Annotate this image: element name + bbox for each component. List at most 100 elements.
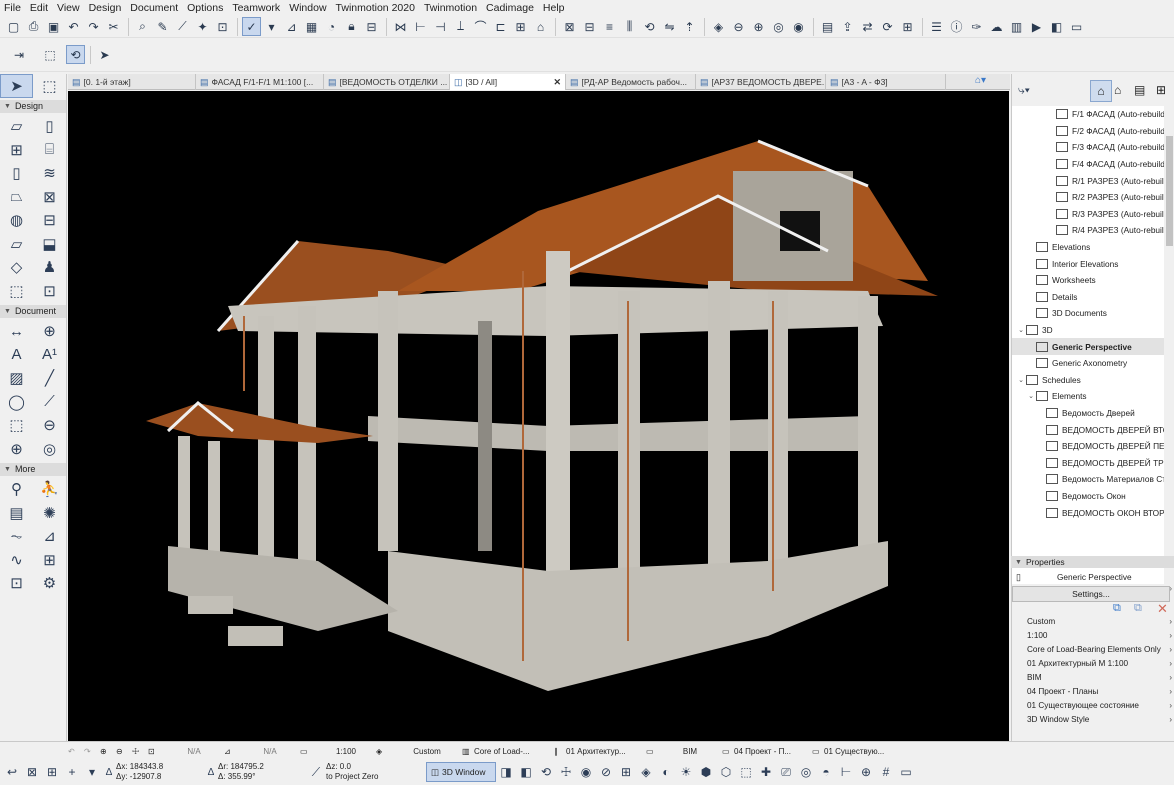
- undo-icon[interactable]: ↶: [64, 17, 83, 36]
- navigator-item[interactable]: F/3 ФАСАД (Auto-rebuild Moc: [1012, 139, 1164, 156]
- magic-wand-icon[interactable]: ✦: [193, 17, 212, 36]
- menu-item[interactable]: Help: [543, 2, 565, 14]
- shadow-icon[interactable]: ◐: [656, 762, 676, 782]
- layout-book-icon[interactable]: ▤: [1134, 83, 1145, 97]
- redo-icon[interactable]: ↷: [84, 17, 103, 36]
- tab-view[interactable]: ▤ [A3 - A - Ф3]: [826, 74, 946, 90]
- elevation-icon[interactable]: ⊕: [749, 17, 768, 36]
- mvo-value[interactable]: BIM: [658, 747, 722, 756]
- text-icon[interactable]: A: [0, 343, 33, 367]
- expand-arrow-icon[interactable]: ⌄: [1016, 326, 1026, 334]
- fit-icon[interactable]: ⊡: [148, 747, 164, 756]
- property-row[interactable]: 01 Существующее состояние ›: [1011, 698, 1174, 712]
- eyedropper-icon[interactable]: ✎: [153, 17, 172, 36]
- menu-item[interactable]: Window: [289, 2, 326, 14]
- layer-combo-value[interactable]: Custom: [392, 747, 462, 756]
- tab-view[interactable]: ▤ [0. 1-й этаж]: [68, 74, 196, 90]
- fillet-icon[interactable]: ⌒: [471, 17, 490, 36]
- view-map-icon[interactable]: ⌂: [1114, 83, 1121, 97]
- relative-icon[interactable]: ▾: [82, 762, 102, 782]
- orbit-icon[interactable]: ⟲: [66, 45, 85, 64]
- camera-icon[interactable]: ⚙: [33, 572, 66, 596]
- rotate-icon[interactable]: ⟲: [640, 17, 659, 36]
- cut-plane-icon[interactable]: ⊘: [596, 762, 616, 782]
- elevate-icon[interactable]: ⇡: [680, 17, 699, 36]
- radial-dim-icon[interactable]: ⊿: [33, 525, 66, 549]
- wall-icon[interactable]: ▱: [0, 115, 33, 139]
- navigator-item[interactable]: R/4 РАЗРЕЗ (Auto-rebuild Moc: [1012, 222, 1164, 239]
- change-icon[interactable]: ⏦: [0, 525, 33, 549]
- tab-view[interactable]: ▤ [АР37 ВЕДОМОСТЬ ДВЕРЕ...: [696, 74, 826, 90]
- select-icon[interactable]: ⬚: [736, 762, 756, 782]
- level-dim-icon[interactable]: ⊕: [33, 320, 66, 344]
- pen-icon[interactable]: ✑: [967, 17, 986, 36]
- morph-icon[interactable]: ⬓: [33, 232, 66, 256]
- menu-item[interactable]: Teamwork: [232, 2, 280, 14]
- menu-item[interactable]: Twinmotion: [424, 2, 477, 14]
- scroll-thumb[interactable]: [1166, 136, 1173, 246]
- server-icon[interactable]: ⊞: [898, 17, 917, 36]
- plus-icon[interactable]: +: [62, 762, 82, 782]
- settings-button[interactable]: Settings...: [1012, 586, 1170, 602]
- expand-arrow-icon[interactable]: ⌄: [1026, 392, 1036, 400]
- toolbox-section-header[interactable]: ▼ More: [0, 462, 66, 476]
- find-select-icon[interactable]: ⌕: [133, 17, 152, 36]
- markers-icon[interactable]: ✚: [756, 762, 776, 782]
- adjust-icon[interactable]: ⟘: [451, 17, 470, 36]
- section-icon[interactable]: ⊖: [33, 414, 66, 438]
- pointer-icon[interactable]: ➤: [95, 45, 114, 64]
- save-icon[interactable]: ▣: [44, 17, 63, 36]
- trim-icon[interactable]: ⋈: [391, 17, 410, 36]
- camera-path-icon[interactable]: ◉: [576, 762, 596, 782]
- tab-view[interactable]: ▤ ФАСАД F/1-F/1 M1:100 [...: [196, 74, 324, 90]
- navigator-item[interactable]: Elevations: [1012, 239, 1164, 256]
- hotspot-icon[interactable]: ⚲: [0, 478, 33, 502]
- navigator-item[interactable]: Worksheets: [1012, 272, 1164, 289]
- zoom-out-icon[interactable]: ⊖: [116, 747, 132, 756]
- split-icon[interactable]: ⊣: [431, 17, 450, 36]
- navigator-item[interactable]: F/4 ФАСАД (Auto-rebuild Moc: [1012, 156, 1164, 173]
- spline-icon[interactable]: ∿: [0, 548, 33, 572]
- renovation-value[interactable]: 01 Существую...: [824, 747, 904, 756]
- navigator-item[interactable]: ⌄ Elements: [1012, 388, 1164, 405]
- 3d-style-icon[interactable]: ◈: [636, 762, 656, 782]
- label-icon[interactable]: A¹: [33, 343, 66, 367]
- pen-set-value[interactable]: 01 Архитектур...: [566, 747, 646, 756]
- navigator-item[interactable]: ВЕДОМОСТЬ ДВЕРЕЙ ПЕРВ: [1012, 438, 1164, 455]
- info-box-icon[interactable]: ⓘ: [947, 17, 966, 36]
- detail-icon[interactable]: ⊡: [0, 572, 33, 596]
- measure-icon[interactable]: ⊢: [836, 762, 856, 782]
- marquee-tool-icon[interactable]: ⬚: [33, 74, 66, 98]
- cut-icon[interactable]: ✂: [104, 17, 123, 36]
- property-row[interactable]: 04 Проект - Планы ›: [1011, 684, 1174, 698]
- dropdown-arrow-icon[interactable]: ▾: [262, 17, 281, 36]
- zoom-icon[interactable]: ⊕: [856, 762, 876, 782]
- toolbox-section-header[interactable]: ▼ Design: [0, 99, 66, 113]
- library-icon[interactable]: ▥: [1007, 17, 1026, 36]
- render-icon[interactable]: ◉: [789, 17, 808, 36]
- grid-toggle-icon[interactable]: #: [876, 762, 896, 782]
- curtain-wall-icon[interactable]: ⊟: [33, 209, 66, 233]
- roof-icon[interactable]: ⏢: [0, 185, 33, 209]
- navigator-item[interactable]: Interior Elevations: [1012, 255, 1164, 272]
- new-file-icon[interactable]: ▢: [4, 17, 23, 36]
- close-tab-icon[interactable]: ✕: [553, 77, 561, 88]
- beam-icon[interactable]: ⊞: [0, 138, 33, 162]
- undo-view-icon[interactable]: ↶: [68, 747, 84, 756]
- property-row[interactable]: Core of Load-Bearing Elements Only ›: [1011, 642, 1174, 656]
- tracker-icon[interactable]: ↩: [2, 762, 22, 782]
- offset-icon[interactable]: ⊏: [491, 17, 510, 36]
- cadimage-icon[interactable]: ◧: [1047, 17, 1066, 36]
- menu-item[interactable]: Cadimage: [486, 2, 534, 14]
- shell-icon[interactable]: ◍: [0, 209, 33, 233]
- suspend-groups-icon[interactable]: ⊡: [213, 17, 232, 36]
- navigator-item[interactable]: Generic Perspective: [1012, 338, 1164, 355]
- ungroup-icon[interactable]: ⊟: [580, 17, 599, 36]
- property-row[interactable]: 1:100 ›: [1011, 628, 1174, 642]
- column-icon[interactable]: ▯: [33, 115, 66, 139]
- navigator-item[interactable]: Generic Axonometry: [1012, 355, 1164, 372]
- marquee-icon[interactable]: ⬚: [35, 45, 65, 64]
- drawing-icon[interactable]: ⬚: [0, 414, 33, 438]
- menu-item[interactable]: View: [57, 2, 80, 14]
- grid-snap-icon[interactable]: ▦: [302, 17, 321, 36]
